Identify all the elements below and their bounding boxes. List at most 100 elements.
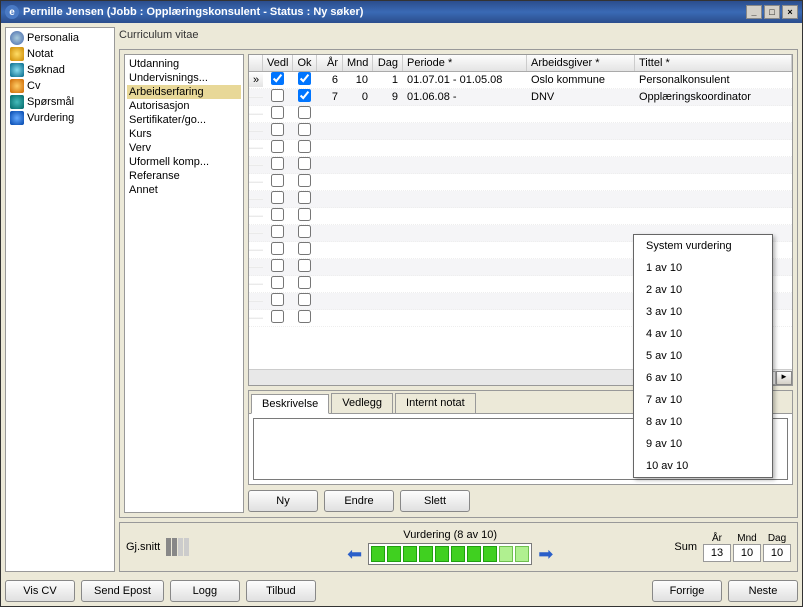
vedl-checkbox[interactable] <box>271 174 284 187</box>
dd-item[interactable]: 8 av 10 <box>634 411 772 433</box>
nav-cv[interactable]: Cv <box>8 78 112 94</box>
vedl-checkbox[interactable] <box>271 225 284 238</box>
vedl-checkbox[interactable] <box>271 259 284 272</box>
vis-cv-button[interactable]: Vis CV <box>5 580 75 602</box>
cell-vedl[interactable] <box>263 173 293 191</box>
tab-internt-notat[interactable]: Internt notat <box>395 393 476 413</box>
cell-ok[interactable] <box>293 258 317 276</box>
cell-ok[interactable] <box>293 156 317 174</box>
cell-vedl[interactable] <box>263 122 293 140</box>
ok-checkbox[interactable] <box>298 140 311 153</box>
dd-item[interactable]: 6 av 10 <box>634 367 772 389</box>
ok-checkbox[interactable] <box>298 191 311 204</box>
vedl-checkbox[interactable] <box>271 242 284 255</box>
dd-header[interactable]: System vurdering <box>634 235 772 257</box>
col-mnd[interactable]: Mnd <box>343 55 373 71</box>
ok-checkbox[interactable] <box>298 225 311 238</box>
cvnav-arbeidserfaring[interactable]: Arbeidserfaring <box>127 85 241 99</box>
cell-vedl[interactable] <box>263 207 293 225</box>
cell-vedl[interactable] <box>263 309 293 327</box>
cell-ok[interactable] <box>293 309 317 327</box>
cell-ok[interactable] <box>293 88 317 106</box>
close-button[interactable]: × <box>782 5 798 19</box>
ok-checkbox[interactable] <box>298 123 311 136</box>
vedl-checkbox[interactable] <box>271 191 284 204</box>
dd-item[interactable]: 1 av 10 <box>634 257 772 279</box>
vedl-checkbox[interactable] <box>271 140 284 153</box>
nav-vurdering[interactable]: Vurdering <box>8 110 112 126</box>
cvnav-kurs[interactable]: Kurs <box>127 127 241 141</box>
cvnav-sertifikater[interactable]: Sertifikater/go... <box>127 113 241 127</box>
ok-checkbox[interactable] <box>298 208 311 221</box>
ok-checkbox[interactable] <box>298 259 311 272</box>
cell-ok[interactable] <box>293 241 317 259</box>
ny-button[interactable]: Ny <box>248 490 318 512</box>
vedl-checkbox[interactable] <box>271 310 284 323</box>
ok-checkbox[interactable] <box>298 157 311 170</box>
cvnav-utdanning[interactable]: Utdanning <box>127 57 241 71</box>
cell-vedl[interactable] <box>263 72 293 89</box>
table-row[interactable] <box>249 123 792 140</box>
cell-ok[interactable] <box>293 105 317 123</box>
cell-ok[interactable] <box>293 275 317 293</box>
table-row[interactable] <box>249 191 792 208</box>
cell-vedl[interactable] <box>263 241 293 259</box>
dd-item[interactable]: 2 av 10 <box>634 279 772 301</box>
col-tittel[interactable]: Tittel * <box>635 55 792 71</box>
vedl-checkbox[interactable] <box>271 72 284 85</box>
col-periode[interactable]: Periode * <box>403 55 527 71</box>
next-arrow-icon[interactable]: ➡ <box>538 544 553 565</box>
col-ar[interactable]: År <box>317 55 343 71</box>
cell-ok[interactable] <box>293 292 317 310</box>
neste-button[interactable]: Neste <box>728 580 798 602</box>
cell-ok[interactable] <box>293 122 317 140</box>
cvnav-referanse[interactable]: Referanse <box>127 169 241 183</box>
tab-beskrivelse[interactable]: Beskrivelse <box>251 394 329 414</box>
cell-ok[interactable] <box>293 190 317 208</box>
dd-item[interactable]: 4 av 10 <box>634 323 772 345</box>
rating-boxes[interactable] <box>368 543 532 565</box>
cell-vedl[interactable] <box>263 292 293 310</box>
cell-vedl[interactable] <box>263 156 293 174</box>
col-dag[interactable]: Dag <box>373 55 403 71</box>
dd-item[interactable]: 10 av 10 <box>634 455 772 477</box>
scroll-right-button[interactable]: ► <box>776 371 792 385</box>
prev-arrow-icon[interactable]: ⬅ <box>347 544 362 565</box>
table-row[interactable] <box>249 140 792 157</box>
cell-vedl[interactable] <box>263 105 293 123</box>
vedl-checkbox[interactable] <box>271 276 284 289</box>
dd-item[interactable]: 7 av 10 <box>634 389 772 411</box>
nav-sporsmal[interactable]: Spørsmål <box>8 94 112 110</box>
table-row[interactable] <box>249 106 792 123</box>
cell-ok[interactable] <box>293 139 317 157</box>
ok-checkbox[interactable] <box>298 72 311 85</box>
table-row[interactable]: »610101.07.01 - 01.05.08Oslo kommunePers… <box>249 72 792 89</box>
vedl-checkbox[interactable] <box>271 123 284 136</box>
endre-button[interactable]: Endre <box>324 490 394 512</box>
tab-vedlegg[interactable]: Vedlegg <box>331 393 393 413</box>
ok-checkbox[interactable] <box>298 276 311 289</box>
cell-vedl[interactable] <box>263 275 293 293</box>
nav-soknad[interactable]: Søknad <box>8 62 112 78</box>
table-row[interactable] <box>249 157 792 174</box>
cell-vedl[interactable] <box>263 190 293 208</box>
ok-checkbox[interactable] <box>298 293 311 306</box>
dd-item[interactable]: 9 av 10 <box>634 433 772 455</box>
forrige-button[interactable]: Forrige <box>652 580 722 602</box>
vedl-checkbox[interactable] <box>271 157 284 170</box>
table-row[interactable] <box>249 208 792 225</box>
nav-personalia[interactable]: Personalia <box>8 30 112 46</box>
maximize-button[interactable]: □ <box>764 5 780 19</box>
cvnav-annet[interactable]: Annet <box>127 183 241 197</box>
cell-ok[interactable] <box>293 207 317 225</box>
cell-vedl[interactable] <box>263 88 293 106</box>
ok-checkbox[interactable] <box>298 174 311 187</box>
cell-vedl[interactable] <box>263 224 293 242</box>
logg-button[interactable]: Logg <box>170 580 240 602</box>
ok-checkbox[interactable] <box>298 310 311 323</box>
cell-ok[interactable] <box>293 173 317 191</box>
col-vedl[interactable]: Vedl <box>263 55 293 71</box>
cvnav-undervisning[interactable]: Undervisnings... <box>127 71 241 85</box>
table-row[interactable] <box>249 174 792 191</box>
cvnav-autorisasjon[interactable]: Autorisasjon <box>127 99 241 113</box>
